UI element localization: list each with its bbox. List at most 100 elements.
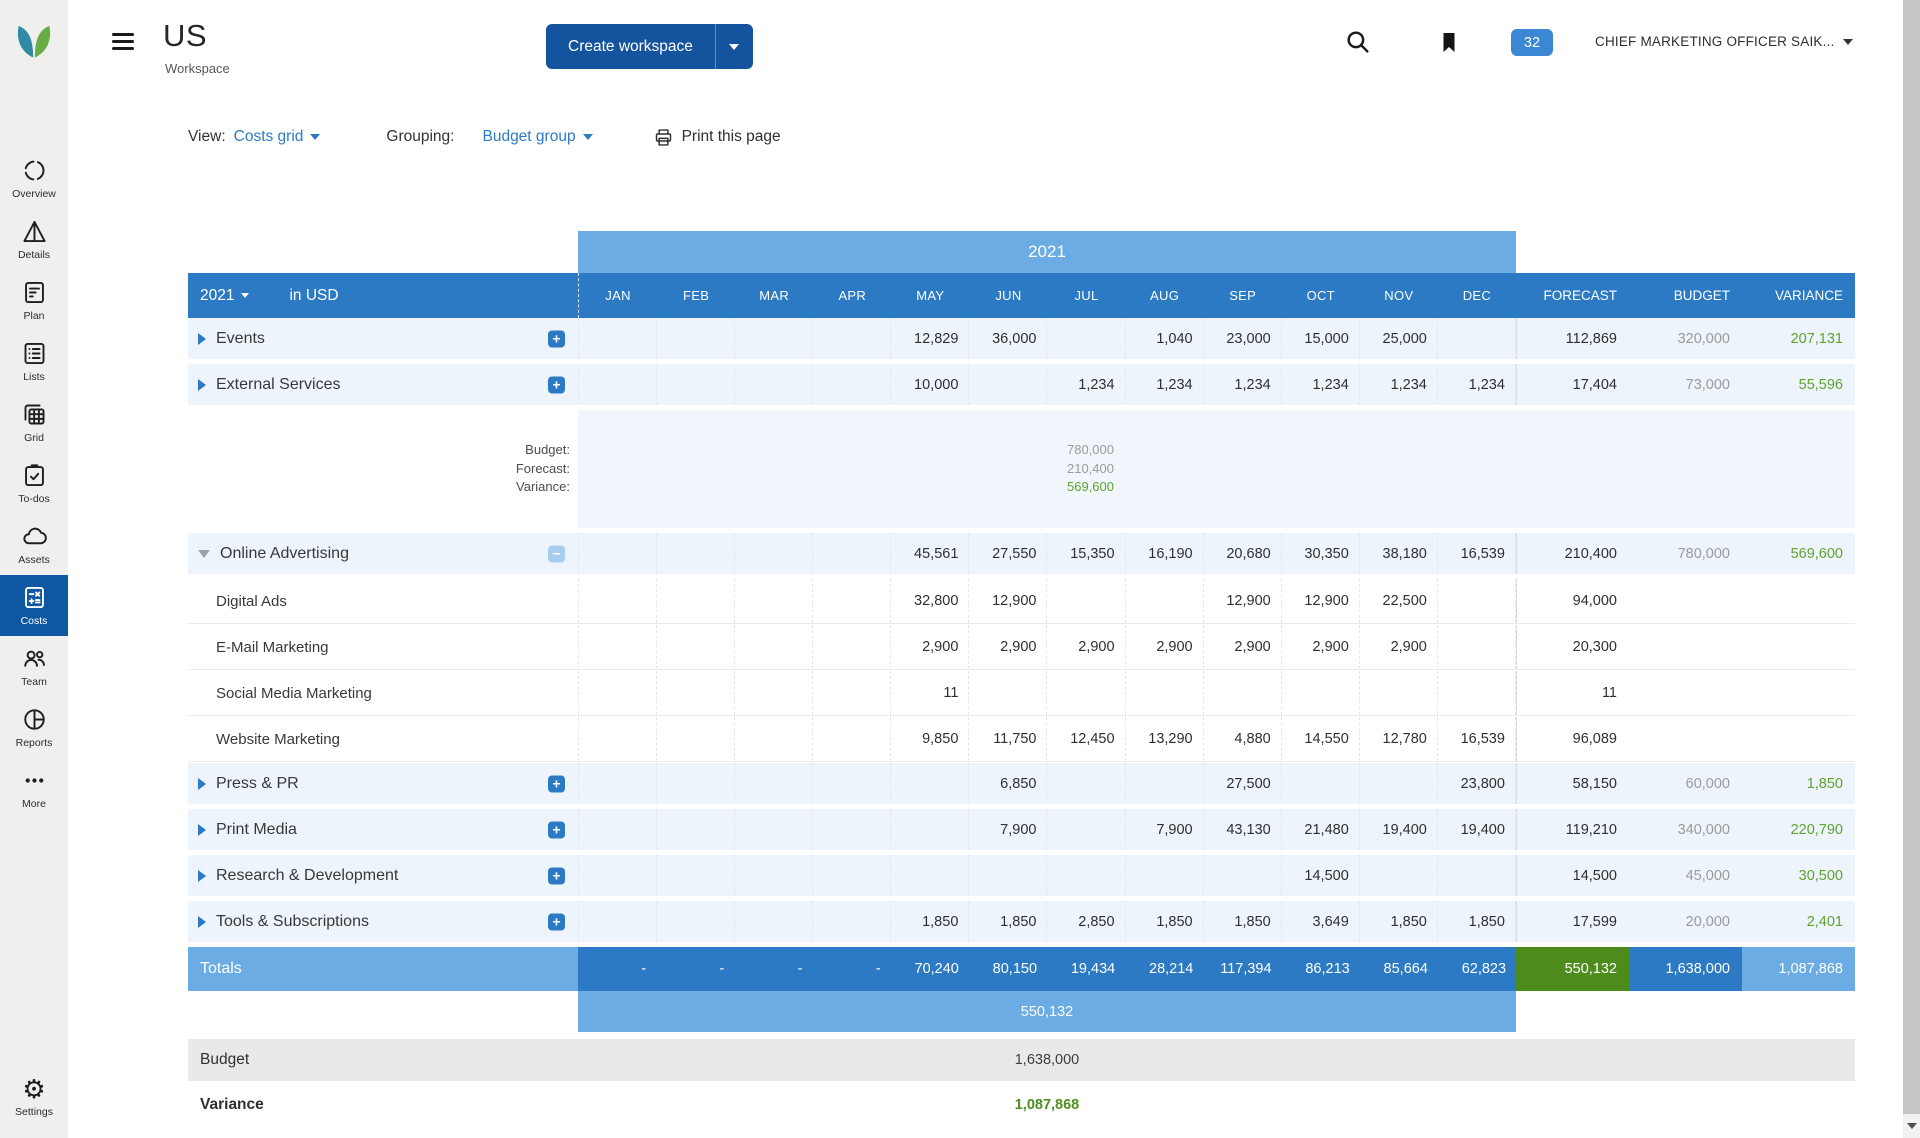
add-cost-button[interactable]: + [548,913,565,930]
month-cell: 16,539 [1438,533,1516,574]
expand-arrow-icon[interactable] [198,870,206,882]
month-cell: 1,234 [1438,364,1516,405]
year-selector-dropdown[interactable]: 2021 [200,287,249,305]
summary-labels: Budget:Forecast:Variance: [188,410,578,528]
row-label-cell[interactable]: Online Advertising − [188,533,578,574]
row-label-cell[interactable]: Press & PR+ [188,763,578,804]
expand-arrow-icon[interactable] [198,333,206,345]
sidebar-item-team[interactable]: Team [0,636,68,697]
add-cost-button[interactable]: + [548,376,565,393]
create-workspace-button[interactable]: Create workspace [546,24,753,69]
sidebar-item-grid[interactable]: Grid [0,392,68,453]
sidebar: Overview Details Plan Lists Grid To-dos … [0,0,68,1138]
totals-month-cell: - [656,947,734,991]
row-label: Online Advertising [220,545,349,563]
add-cost-button[interactable]: + [548,821,565,838]
sidebar-item-overview[interactable]: Overview [0,148,68,209]
month-cell [579,579,657,623]
expand-arrow-icon[interactable] [198,824,206,836]
row-label-cell[interactable]: Research & Development + [188,855,578,896]
sidebar-item-plan[interactable]: Plan [0,270,68,331]
month-cell: 2,900 [1126,625,1204,669]
row-label: Research & Development [216,867,398,885]
variance-cell: 220,790 [1742,809,1855,850]
month-cell: 1,850 [969,901,1047,942]
chevron-down-icon [729,44,739,50]
row-label-cell[interactable]: Print Media+ [188,809,578,850]
month-cell [969,671,1047,715]
month-cell: 10,000 [891,364,969,405]
table-row: Research & Development+14,50014,50045,00… [188,855,1855,896]
scrollbar-thumb[interactable] [1903,0,1920,1114]
scroll-down-button[interactable] [1903,1114,1920,1138]
expand-arrow-icon[interactable] [198,379,206,391]
month-cell [657,533,735,574]
forecast-cell: 14,500 [1516,855,1629,896]
totals-variance: 1,087,868 [1742,947,1855,991]
table-row: E-Mail Marketing2,9002,9002,9002,9002,90… [188,625,1855,670]
month-cell [657,901,735,942]
sidebar-item-label: Plan [23,310,44,322]
print-page-button[interactable]: Print this page [653,127,781,148]
collapse-group-button[interactable]: − [548,545,565,562]
row-label: Events [216,330,265,348]
month-cell: 27,550 [969,533,1047,574]
sidebar-item-reports[interactable]: Reports [0,697,68,758]
month-cell [813,625,891,669]
add-cost-button[interactable]: + [548,867,565,884]
month-cell: 12,900 [1282,579,1360,623]
vertical-scrollbar[interactable] [1903,0,1920,1138]
row-label-cell[interactable]: Digital Ads [188,579,578,623]
budget-cell: 73,000 [1629,364,1742,405]
variance-cell [1742,579,1855,623]
table-row: External Services+10,0001,2341,2341,2341… [188,364,1855,405]
month-cell: 12,900 [1204,579,1282,623]
month-cell: 32,800 [891,579,969,623]
add-cost-button[interactable]: + [548,330,565,347]
row-label-cell[interactable]: Events + [188,318,578,359]
row-label-cell[interactable]: Tools & Subscriptions+ [188,901,578,942]
expand-arrow-icon[interactable] [198,778,206,790]
month-cell [657,717,735,761]
expand-arrow-icon[interactable] [198,916,206,928]
variance-cell: 569,600 [1742,533,1855,574]
user-menu[interactable]: CHIEF MARKETING OFFICER SAIK... [1595,34,1853,49]
grouping-dropdown[interactable]: Budget group [482,128,592,146]
sidebar-item-lists[interactable]: Lists [0,331,68,392]
month-cell [1438,625,1516,669]
add-cost-button[interactable]: + [548,775,565,792]
month-cell: 45,561 [891,533,969,574]
sidebar-item-costs[interactable]: Costs [0,575,68,636]
row-label-cell[interactable]: External Services+ [188,364,578,405]
row-label-cell[interactable]: Social Media Marketing [188,671,578,715]
sidebar-item-assets[interactable]: Assets [0,514,68,575]
month-header: MAR [735,273,813,318]
notification-count-badge[interactable]: 32 [1511,29,1553,56]
create-workspace-dropdown[interactable] [715,24,753,69]
costs-icon [21,584,48,611]
table-row: Social Media Marketing1111 [188,671,1855,716]
month-cell [1047,318,1125,359]
search-icon[interactable] [1344,28,1372,61]
row-label-cell[interactable]: E-Mail Marketing [188,625,578,669]
app-logo[interactable] [0,0,68,86]
month-cell [1047,579,1125,623]
month-header: JUN [969,273,1047,318]
sidebar-item-more[interactable]: More [0,758,68,819]
month-cell: 19,400 [1360,809,1438,850]
row-label: Digital Ads [216,593,287,610]
month-cell [813,855,891,896]
sidebar-item-settings[interactable]: ⚙ Settings [0,1068,68,1126]
row-label-cell[interactable]: Website Marketing [188,717,578,761]
create-workspace-label[interactable]: Create workspace [546,24,715,69]
hamburger-menu-icon[interactable] [112,33,134,55]
month-cell: 1,040 [1126,318,1204,359]
month-cell: 1,234 [1126,364,1204,405]
view-dropdown[interactable]: Costs grid [234,128,321,146]
month-cell [735,625,813,669]
sidebar-item-details[interactable]: Details [0,209,68,270]
sidebar-item-to-dos[interactable]: To-dos [0,453,68,514]
bookmark-icon[interactable] [1437,30,1461,61]
totals-month-cell: 117,394 [1203,947,1281,991]
collapse-arrow-icon[interactable] [198,550,210,558]
